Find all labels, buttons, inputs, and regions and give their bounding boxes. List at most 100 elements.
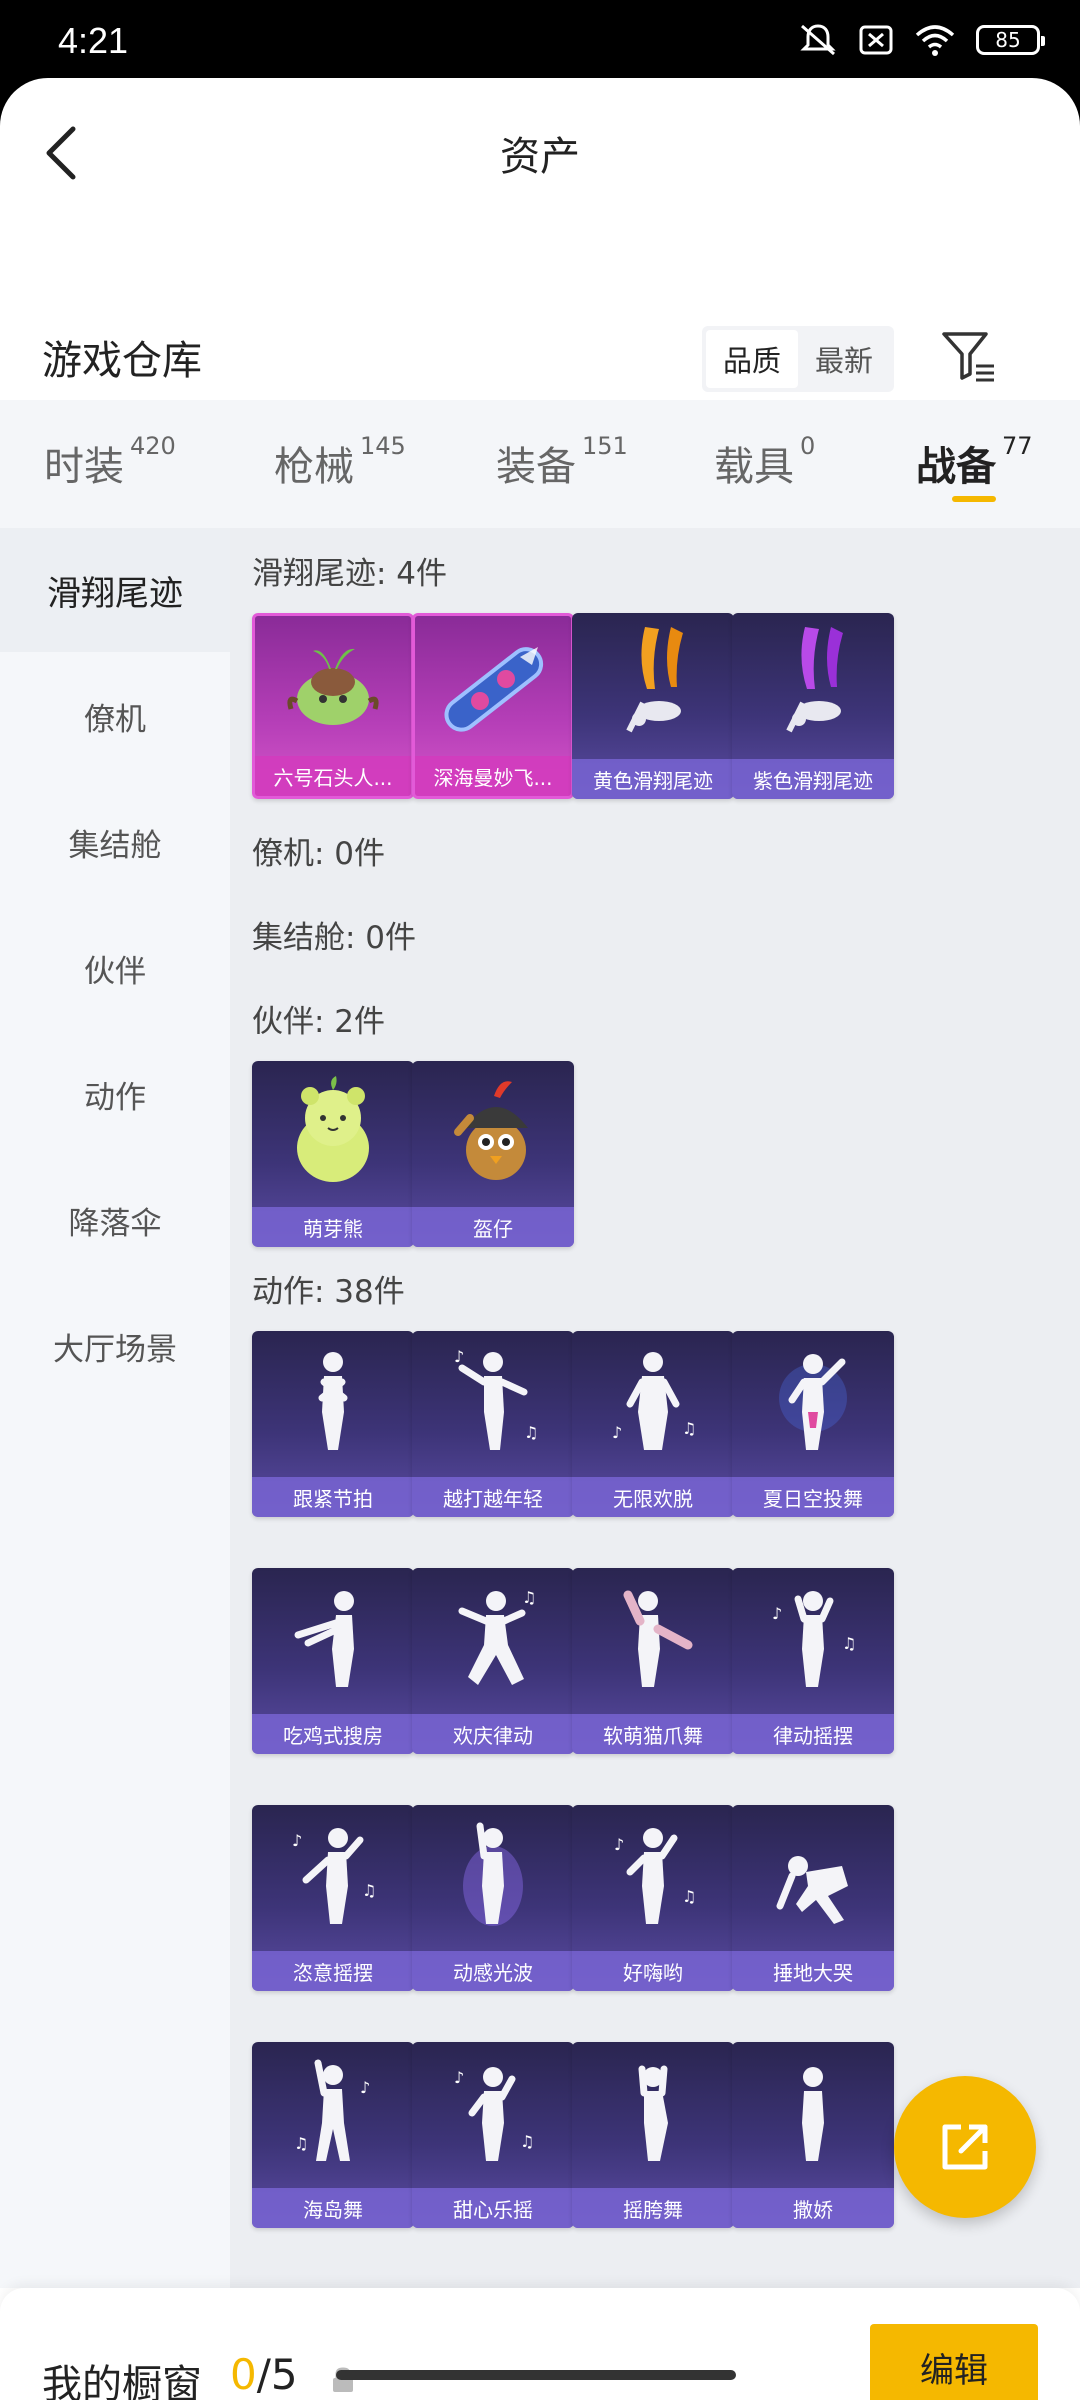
tab-count: 145	[360, 432, 406, 460]
dance-figure-icon	[318, 1352, 348, 1450]
item-label: 恣意摇摆	[252, 1951, 414, 1991]
item-label: 盔仔	[412, 1207, 574, 1247]
item-card[interactable]: 盔仔	[412, 1061, 574, 1247]
edit-button[interactable]: 编辑	[870, 2324, 1038, 2400]
share-fab[interactable]	[894, 2076, 1036, 2218]
tab-label: 战备	[916, 444, 996, 490]
item-card[interactable]: 深海曼妙飞...	[412, 613, 574, 799]
sort-by-newest[interactable]: 最新	[798, 330, 890, 388]
nav-item-emote[interactable]: 动作	[0, 1032, 230, 1156]
sprout-bear-icon	[297, 1076, 369, 1182]
item-art	[572, 2042, 734, 2184]
item-art	[732, 613, 894, 755]
item-art	[252, 1568, 414, 1710]
item-art	[412, 1805, 574, 1947]
nav-item-lobby-scene[interactable]: 大厅场景	[0, 1284, 230, 1408]
section-title-partner: 伙伴: 2件	[252, 1004, 386, 1040]
svg-text:♫: ♫	[294, 2134, 308, 2153]
tab-guns[interactable]: 枪械 145	[274, 432, 406, 492]
item-label: 六号石头人...	[255, 756, 411, 796]
item-card[interactable]: ♪ ♫ 越打越年轻	[412, 1331, 574, 1517]
item-card[interactable]: ♪ ♫ 海岛舞	[252, 2042, 414, 2228]
item-label: 吃鸡式搜房	[252, 1714, 414, 1754]
item-card[interactable]: ♫ 欢庆律动	[412, 1568, 574, 1754]
item-card[interactable]: 动感光波	[412, 1805, 574, 1991]
item-label: 甜心乐摇	[412, 2188, 574, 2228]
showcase-count: 0/5	[230, 2350, 298, 2399]
nav-item-partner[interactable]: 伙伴	[0, 906, 230, 1030]
tab-vehicles[interactable]: 载具 0	[714, 432, 815, 492]
dance-figure-icon	[779, 1354, 847, 1450]
item-card[interactable]: ♪ ♫ 好嗨哟	[572, 1805, 734, 1991]
wifi-icon	[915, 25, 955, 56]
helmet-chick-icon	[454, 1081, 528, 1180]
hoverboard-icon	[444, 647, 544, 732]
item-card[interactable]: 捶地大哭	[732, 1805, 894, 1991]
item-card[interactable]: 跟紧节拍	[252, 1331, 414, 1517]
item-art: ♪ ♫	[252, 1805, 414, 1947]
item-label: 黄色滑翔尾迹	[572, 759, 734, 799]
item-card[interactable]: ♪ ♫ 恣意摇摆	[252, 1805, 414, 1991]
dance-figure-icon	[463, 1822, 523, 1926]
item-art	[732, 2042, 894, 2184]
tab-count: 151	[582, 432, 628, 460]
crying-figure-icon	[776, 1856, 848, 1924]
item-label: 律动摇摆	[732, 1714, 894, 1754]
item-label: 软萌猫爪舞	[572, 1714, 734, 1754]
item-label: 海岛舞	[252, 2188, 414, 2228]
item-art: ♫	[412, 1568, 574, 1710]
item-label: 无限欢脱	[572, 1477, 734, 1517]
dance-figure-icon	[638, 2065, 668, 2161]
item-card[interactable]: 紫色滑翔尾迹	[732, 613, 894, 799]
item-art	[572, 613, 734, 755]
status-icons: 85	[798, 22, 1045, 58]
showcase-label: 我的橱窗	[42, 2362, 202, 2400]
item-art: ♪ ♫	[572, 1805, 734, 1947]
battery-level: 85	[995, 28, 1021, 52]
tab-label: 装备	[496, 444, 576, 490]
tab-equipment[interactable]: 装备 151	[496, 432, 628, 492]
svg-text:♫: ♫	[524, 1423, 538, 1442]
subcategory-nav: 滑翔尾迹 僚机 集结舱 伙伴 动作 降落伞 大厅场景	[0, 528, 230, 2288]
svg-text:♪: ♪	[772, 1604, 782, 1623]
item-card[interactable]: 六号石头人...	[252, 613, 414, 799]
yellow-trail-icon	[626, 627, 683, 733]
item-card[interactable]: 萌芽熊	[252, 1061, 414, 1247]
item-card[interactable]: ♪ ♫ 无限欢脱	[572, 1331, 734, 1517]
tab-fashion[interactable]: 时装 420	[44, 432, 176, 492]
svg-text:♫: ♫	[362, 1881, 376, 1900]
item-art	[732, 1805, 894, 1947]
dance-figure-icon	[623, 1590, 693, 1687]
tab-label: 载具	[714, 444, 794, 490]
dance-figure-icon	[802, 2067, 824, 2161]
section-title-wingman: 僚机: 0件	[252, 836, 386, 872]
nav-item-parachute[interactable]: 降落伞	[0, 1158, 230, 1282]
warehouse-row: 游戏仓库 品质 最新	[0, 298, 1080, 398]
item-art	[252, 1061, 414, 1203]
item-card[interactable]: ♪ ♫ 律动摇摆	[732, 1568, 894, 1754]
item-card[interactable]: 软萌猫爪舞	[572, 1568, 734, 1754]
item-card[interactable]: 撒娇	[732, 2042, 894, 2228]
sort-by-quality[interactable]: 品质	[706, 330, 798, 388]
item-art: ♪ ♫	[412, 2042, 574, 2184]
home-indicator[interactable]	[336, 2370, 736, 2380]
item-label: 夏日空投舞	[732, 1477, 894, 1517]
item-label: 紫色滑翔尾迹	[732, 759, 894, 799]
item-card[interactable]: 摇胯舞	[572, 2042, 734, 2228]
svg-text:♫: ♫	[842, 1634, 856, 1653]
filter-button[interactable]	[940, 328, 998, 386]
nav-item-wingman[interactable]: 僚机	[0, 654, 230, 778]
category-tabs: 时装 420 枪械 145 装备 151 载具 0 战备 77	[0, 400, 1080, 528]
svg-text:♪: ♪	[454, 1347, 464, 1366]
svg-text:♫: ♫	[682, 1887, 696, 1906]
section-title-glide: 滑翔尾迹: 4件	[252, 556, 448, 592]
item-card[interactable]: 夏日空投舞	[732, 1331, 894, 1517]
tab-combat-gear[interactable]: 战备 77	[916, 432, 1033, 492]
nav-item-capsule[interactable]: 集结舱	[0, 780, 230, 904]
item-card[interactable]: 吃鸡式搜房	[252, 1568, 414, 1754]
nav-item-glide-trail[interactable]: 滑翔尾迹	[0, 528, 230, 652]
item-card[interactable]: 黄色滑翔尾迹	[572, 613, 734, 799]
item-card[interactable]: ♪ ♫ 甜心乐摇	[412, 2042, 574, 2228]
tab-count: 77	[1002, 432, 1033, 460]
asset-sheet: 资产 游戏仓库 品质 最新 时装 420 枪械 145 装备 151 载具 0 战备 77…	[0, 78, 1080, 2400]
